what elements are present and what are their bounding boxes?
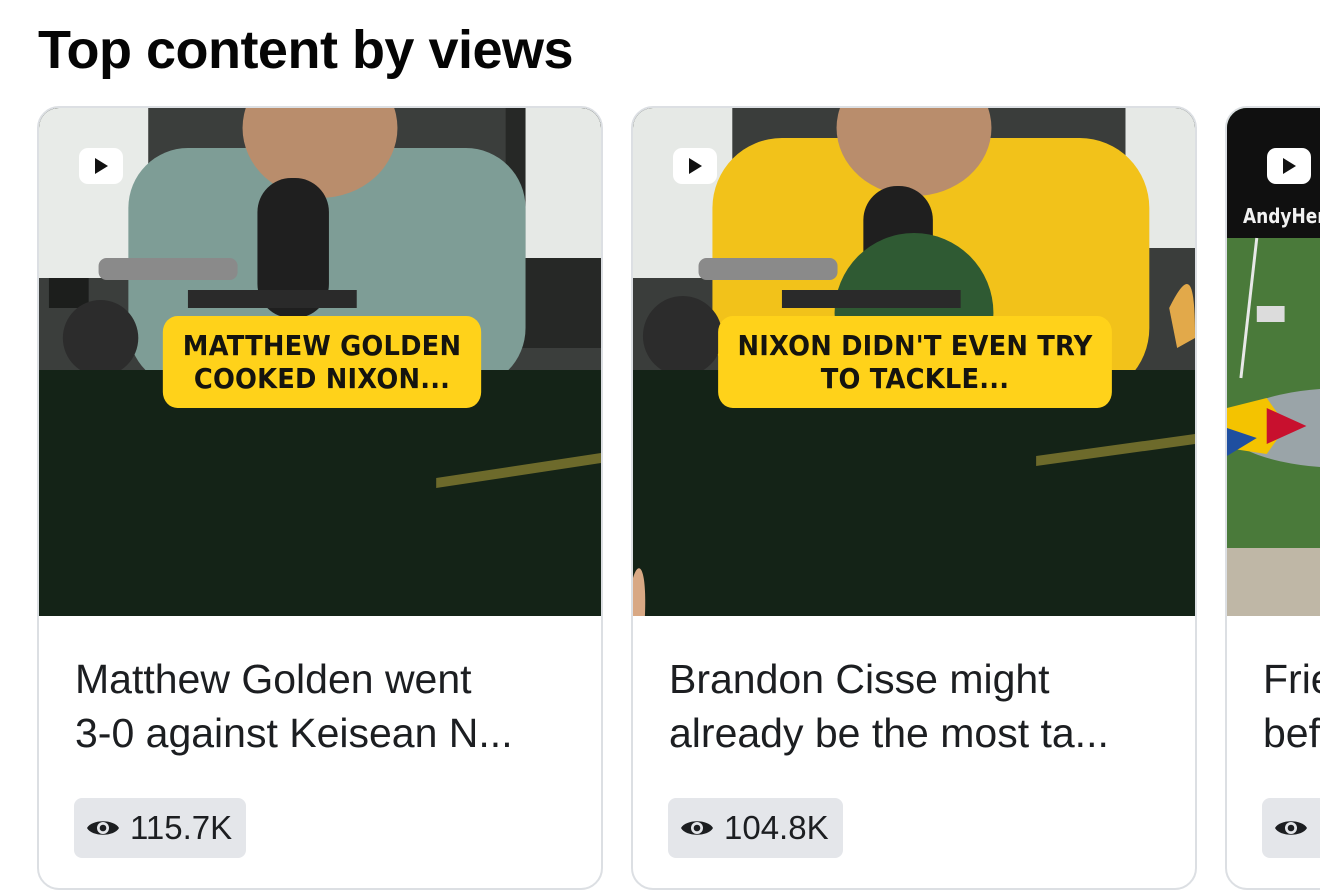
play-icon [95,158,108,174]
eye-icon [87,821,119,835]
content-carousel[interactable]: MATTHEW GOLDEN COOKED NIXON... Matthew G… [0,106,1320,893]
thumbnail-caption: NIXON DIDN'T EVEN TRY TO TACKLE... [718,316,1112,408]
eye-icon [1275,821,1307,835]
thumbnail-caption: MATTHEW GOLDEN COOKED NIXON... [162,316,482,408]
title-line: Brandon Cisse might [669,656,1050,702]
caption-line: NIXON DIDN'T EVEN TRY [737,329,1093,362]
caption-line: COOKED NIXON... [193,362,451,395]
content-card[interactable]: NIXON DIDN'T EVEN TRY TO TACKLE... Brand… [631,106,1197,890]
video-thumbnail[interactable]: MATTHEW GOLDEN COOKED NIXON... [39,108,601,616]
title-line: already be the most ta... [669,710,1109,756]
eye-icon [681,821,713,835]
post-title[interactable]: Frie bef [1263,652,1320,760]
views-count: 115.7K [74,798,247,858]
title-line: Matthew Golden went [75,656,472,702]
video-thumbnail[interactable]: NIXON DIDN'T EVEN TRY TO TACKLE... [633,108,1195,616]
section-title: Top content by views [38,20,574,80]
video-badge [79,148,123,184]
views-count [1262,798,1320,858]
content-card[interactable]: MATTHEW GOLDEN COOKED NIXON... Matthew G… [37,106,603,890]
views-count: 104.8K [668,798,843,858]
play-icon [1283,158,1296,174]
post-title[interactable]: Brandon Cisse might already be the most … [669,652,1165,760]
video-badge [673,148,717,184]
title-line: bef [1263,710,1320,756]
video-badge [1267,148,1311,184]
title-line: 3-0 against Keisean N... [75,710,513,756]
title-line: Frie [1263,656,1320,702]
channel-watermark: AndyHer [1243,204,1320,228]
video-thumbnail[interactable]: AndyHer [1227,108,1320,616]
post-title[interactable]: Matthew Golden went 3-0 against Keisean … [75,652,571,760]
caption-line: TO TACKLE... [820,362,1010,395]
content-card[interactable]: AndyHer Frie bef [1225,106,1320,890]
caption-line: MATTHEW GOLDEN [182,329,462,362]
thumbnail-scene [1227,108,1320,616]
views-value: 104.8K [724,809,829,846]
play-icon [689,158,702,174]
views-value: 115.7K [130,809,233,846]
